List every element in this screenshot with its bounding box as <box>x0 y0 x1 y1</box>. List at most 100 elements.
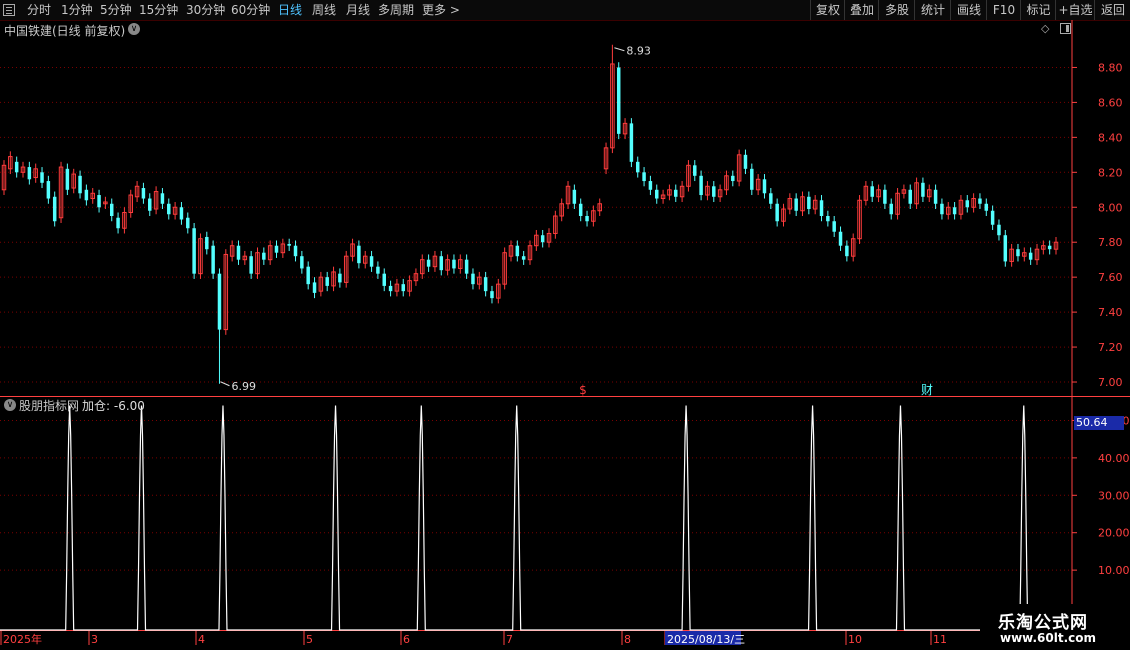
candle-body <box>471 273 475 285</box>
candle-body <box>997 224 1001 236</box>
candle-body <box>845 245 849 257</box>
sub-dropdown-icon[interactable]: ∨ <box>4 399 16 411</box>
candle-body <box>635 161 640 173</box>
indicator-line <box>0 405 1072 631</box>
indicator-title: 股朋指标网 <box>19 399 80 413</box>
candle-body <box>674 189 678 197</box>
indicator-value: 加仓: -6.00 <box>82 399 145 413</box>
candle-body <box>490 291 494 299</box>
y-tick-label: 7.00 <box>1098 376 1123 389</box>
candle-body <box>933 189 938 204</box>
candle-body <box>819 200 824 216</box>
candle-body <box>775 203 779 222</box>
candle-body <box>236 245 241 260</box>
candle-body <box>382 273 386 286</box>
candle-body <box>743 154 748 169</box>
candle-body <box>167 203 171 215</box>
candle-body <box>483 277 488 292</box>
candle-body <box>376 266 380 274</box>
cai-marker: 财 <box>921 383 933 397</box>
candle-body <box>211 245 215 274</box>
high-pointer <box>614 47 625 52</box>
candle-body <box>731 175 735 182</box>
candle-body <box>699 175 703 196</box>
candle-body <box>832 221 836 232</box>
candle-body <box>40 172 44 183</box>
candle-body <box>293 245 298 257</box>
candle-body <box>338 273 342 283</box>
y-tick-label: 7.60 <box>1098 271 1123 284</box>
candle-body <box>46 181 51 199</box>
candle-body <box>807 196 811 210</box>
y-tick-label: 7.20 <box>1098 341 1123 354</box>
date-label: 3 <box>91 633 98 646</box>
y-tick-label: 8.80 <box>1098 61 1123 74</box>
candle-body <box>52 196 57 222</box>
date-label: 2025年 <box>3 632 42 646</box>
candle-body <box>978 198 982 204</box>
candle-body <box>325 277 329 286</box>
candle-body <box>186 217 190 229</box>
candle-body <box>357 245 361 264</box>
candle-body <box>515 245 520 257</box>
candle-body <box>217 273 222 330</box>
candle-body <box>572 189 577 204</box>
candle-body <box>629 123 634 162</box>
candle-body <box>300 256 304 269</box>
panel-toggle-icon[interactable] <box>1060 23 1071 34</box>
candle-body <box>426 259 431 267</box>
candle-body <box>1047 245 1052 250</box>
candle-body <box>262 252 266 260</box>
candle-body <box>27 167 32 180</box>
candle-body <box>205 236 209 250</box>
s-marker: $ <box>579 383 587 397</box>
candle-body <box>84 189 89 201</box>
date-label: 8 <box>624 633 631 646</box>
diamond-icon[interactable]: ◇ <box>1041 22 1049 35</box>
title-dropdown-icon[interactable]: ∨ <box>128 23 140 35</box>
candle-body <box>521 256 526 260</box>
y-tick-label: 7.80 <box>1098 236 1123 249</box>
candle-body <box>940 203 944 215</box>
candle-body <box>585 216 589 222</box>
sub-y-tick-label: 10.00 <box>1098 564 1130 577</box>
candle-body <box>762 179 767 194</box>
candle-body <box>464 259 469 274</box>
candle-body <box>883 189 887 204</box>
candle-body <box>642 172 646 182</box>
candle-body <box>287 243 291 246</box>
date-label: 7 <box>506 633 513 646</box>
date-label: 6 <box>403 633 410 646</box>
candle-body <box>78 175 82 194</box>
candle-body <box>274 245 279 253</box>
candle-body <box>616 67 621 134</box>
watermark-url: www.60lt.com <box>1000 631 1097 645</box>
low-label: 6.99 <box>231 380 256 393</box>
y-tick-label: 8.00 <box>1098 201 1123 214</box>
candle-body <box>116 217 120 229</box>
date-label-selected: 2025/08/13/三 <box>667 633 745 646</box>
candle-body <box>401 284 405 292</box>
high-label: 8.93 <box>626 45 651 58</box>
candle-body <box>965 200 970 208</box>
sub-y-tick-label: 40.00 <box>1098 452 1130 465</box>
candle-body <box>921 182 925 197</box>
candle-body <box>192 228 196 274</box>
candle-body <box>578 203 583 216</box>
candle-body <box>439 256 444 271</box>
candle-body <box>990 210 995 225</box>
candle-body <box>648 181 653 190</box>
candle-body <box>712 186 716 197</box>
y-tick-label: 7.40 <box>1098 306 1123 319</box>
stock-chart: 7.00 7.20 7.40 7.60 7.80 8.00 8.20 8.40 8.60 8.80… <box>0 20 1130 650</box>
candle-body <box>984 203 989 211</box>
candle-body <box>306 266 310 285</box>
candle-body <box>369 256 374 267</box>
candle-body <box>1028 252 1033 260</box>
candle-body <box>750 168 754 190</box>
candle-body <box>952 207 957 215</box>
current-value-text: 50.64 <box>1076 416 1108 429</box>
candle-body <box>249 256 253 274</box>
date-label: 4 <box>198 633 205 646</box>
candle-body <box>141 188 146 199</box>
